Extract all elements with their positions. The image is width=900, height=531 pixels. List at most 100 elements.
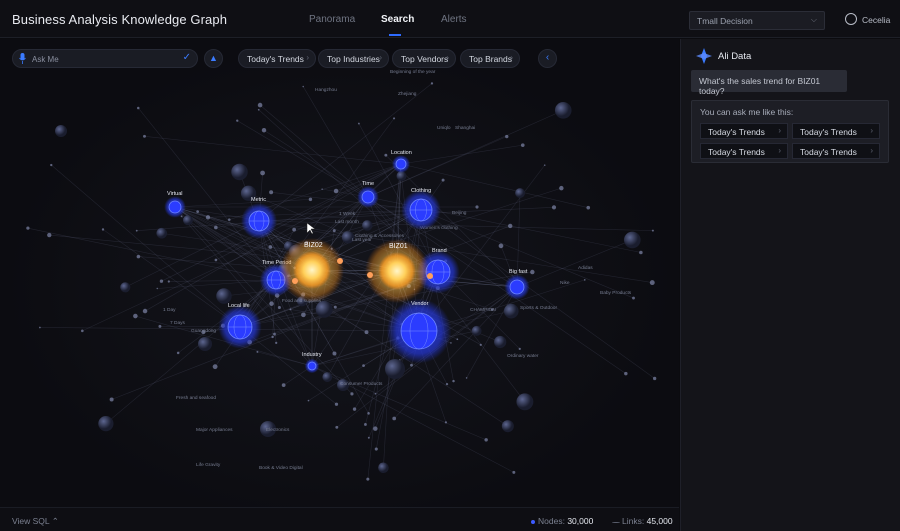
graph-node[interactable] — [520, 143, 525, 147]
graph-node[interactable] — [257, 102, 263, 108]
suggestion-button[interactable]: Today's Trends › — [792, 143, 880, 159]
chip-todays-trends[interactable]: Today's Trends › — [238, 49, 316, 68]
graph-node[interactable] — [334, 402, 339, 406]
graph-node[interactable] — [452, 379, 455, 383]
graph-node[interactable] — [120, 282, 131, 293]
hub-node[interactable] — [307, 361, 317, 371]
graph-node[interactable] — [652, 376, 657, 381]
graph-node[interactable] — [269, 301, 274, 306]
graph-node[interactable] — [378, 462, 389, 474]
graph-node[interactable] — [465, 377, 468, 379]
graph-node[interactable] — [47, 232, 52, 238]
user-avatar-icon[interactable] — [845, 13, 857, 25]
suggestion-button[interactable]: Today's Trends › — [792, 123, 880, 139]
graph-node[interactable] — [530, 269, 535, 275]
graph-node[interactable] — [261, 128, 267, 133]
graph-node[interactable] — [516, 393, 534, 411]
tab-panorama[interactable]: Panorama — [309, 14, 355, 25]
graph-node[interactable] — [366, 477, 370, 481]
graph-node[interactable] — [456, 338, 459, 341]
graph-node[interactable] — [498, 243, 504, 249]
graph-node[interactable] — [649, 280, 655, 286]
graph-node[interactable] — [551, 205, 557, 210]
graph-node[interactable] — [142, 308, 148, 314]
send-button[interactable]: ▲ — [204, 49, 223, 68]
graph-node[interactable] — [38, 326, 41, 329]
graph-node[interactable] — [632, 296, 635, 300]
graph-node[interactable] — [543, 164, 546, 166]
graph-node[interactable] — [430, 82, 434, 85]
graph-node[interactable] — [183, 215, 193, 226]
graph-node[interactable] — [135, 229, 138, 232]
ask-me-search[interactable]: ✓ — [12, 49, 198, 68]
user-name[interactable]: Cecelia — [862, 15, 890, 25]
graph-node[interactable] — [484, 438, 488, 442]
graph-node[interactable] — [505, 134, 509, 139]
graph-node[interactable] — [256, 350, 259, 353]
graph-node[interactable] — [292, 227, 297, 232]
main-node[interactable] — [293, 251, 331, 289]
graph-node[interactable] — [471, 325, 482, 336]
graph-node[interactable] — [362, 220, 373, 231]
graph-node[interactable] — [367, 436, 370, 439]
graph-node[interactable] — [503, 303, 519, 319]
graph-node[interactable] — [554, 102, 572, 119]
graph-node[interactable] — [307, 399, 310, 402]
graph-node[interactable] — [269, 190, 274, 195]
graph-node[interactable] — [333, 188, 339, 194]
graph-node[interactable] — [441, 178, 445, 182]
graph-node[interactable] — [176, 351, 180, 355]
graph-node[interactable] — [362, 364, 365, 368]
graph-node[interactable] — [494, 335, 507, 349]
graph-node[interactable] — [410, 363, 413, 367]
graph-node[interactable] — [350, 392, 354, 396]
graph-node[interactable] — [445, 383, 449, 386]
graph-node[interactable] — [214, 258, 218, 262]
graph-node[interactable] — [364, 330, 369, 335]
graph-node[interactable] — [55, 125, 67, 137]
graph-node[interactable] — [216, 288, 232, 304]
graph-node[interactable] — [275, 341, 278, 344]
check-icon[interactable]: ✓ — [183, 52, 191, 63]
graph-node[interactable] — [508, 223, 513, 229]
graph-node[interactable] — [623, 231, 641, 249]
graph-node[interactable] — [260, 170, 265, 176]
graph-node[interactable] — [268, 245, 273, 249]
graph-node[interactable] — [335, 425, 339, 429]
graph-node[interactable] — [198, 337, 212, 351]
graph-node[interactable] — [444, 421, 448, 424]
graph-node[interactable] — [450, 342, 452, 344]
knowledge-graph-canvas[interactable]: Zhejiang Beginning of the year Women's clo… — [0, 39, 679, 531]
graph-node[interactable] — [302, 85, 304, 88]
graph-node[interactable] — [158, 324, 162, 328]
graph-node[interactable] — [156, 227, 168, 239]
graph-node[interactable] — [367, 412, 370, 415]
graph-node[interactable] — [321, 188, 323, 190]
chip-top-brands[interactable]: Top Brands › — [460, 49, 520, 68]
graph-node[interactable] — [26, 226, 30, 230]
graph-node[interactable] — [651, 229, 654, 232]
graph-node[interactable] — [393, 117, 396, 120]
graph-node[interactable] — [231, 163, 248, 181]
graph-node[interactable] — [133, 313, 138, 319]
graph-node[interactable] — [501, 420, 514, 433]
graph-node[interactable] — [357, 122, 360, 125]
graph-node[interactable] — [385, 359, 405, 379]
graph-node[interactable] — [559, 185, 564, 191]
chip-top-vendors[interactable]: Top Vendors › — [392, 49, 456, 68]
tab-search[interactable]: Search — [381, 14, 414, 25]
graph-node[interactable] — [322, 372, 333, 382]
graph-node[interactable] — [277, 305, 281, 310]
graph-node[interactable] — [475, 205, 479, 209]
graph-node[interactable] — [257, 108, 260, 111]
graph-svg[interactable]: ZhejiangBeginning of the yearWomen's clo… — [0, 39, 679, 507]
graph-node[interactable] — [364, 423, 367, 426]
link-node[interactable] — [427, 273, 433, 279]
hub-node[interactable] — [395, 158, 407, 170]
graph-node[interactable] — [281, 383, 286, 388]
hub-node[interactable] — [168, 200, 182, 214]
link-node[interactable] — [367, 272, 373, 278]
link-node[interactable] — [292, 278, 298, 284]
graph-node[interactable] — [333, 305, 337, 309]
graph-node[interactable] — [50, 163, 53, 167]
